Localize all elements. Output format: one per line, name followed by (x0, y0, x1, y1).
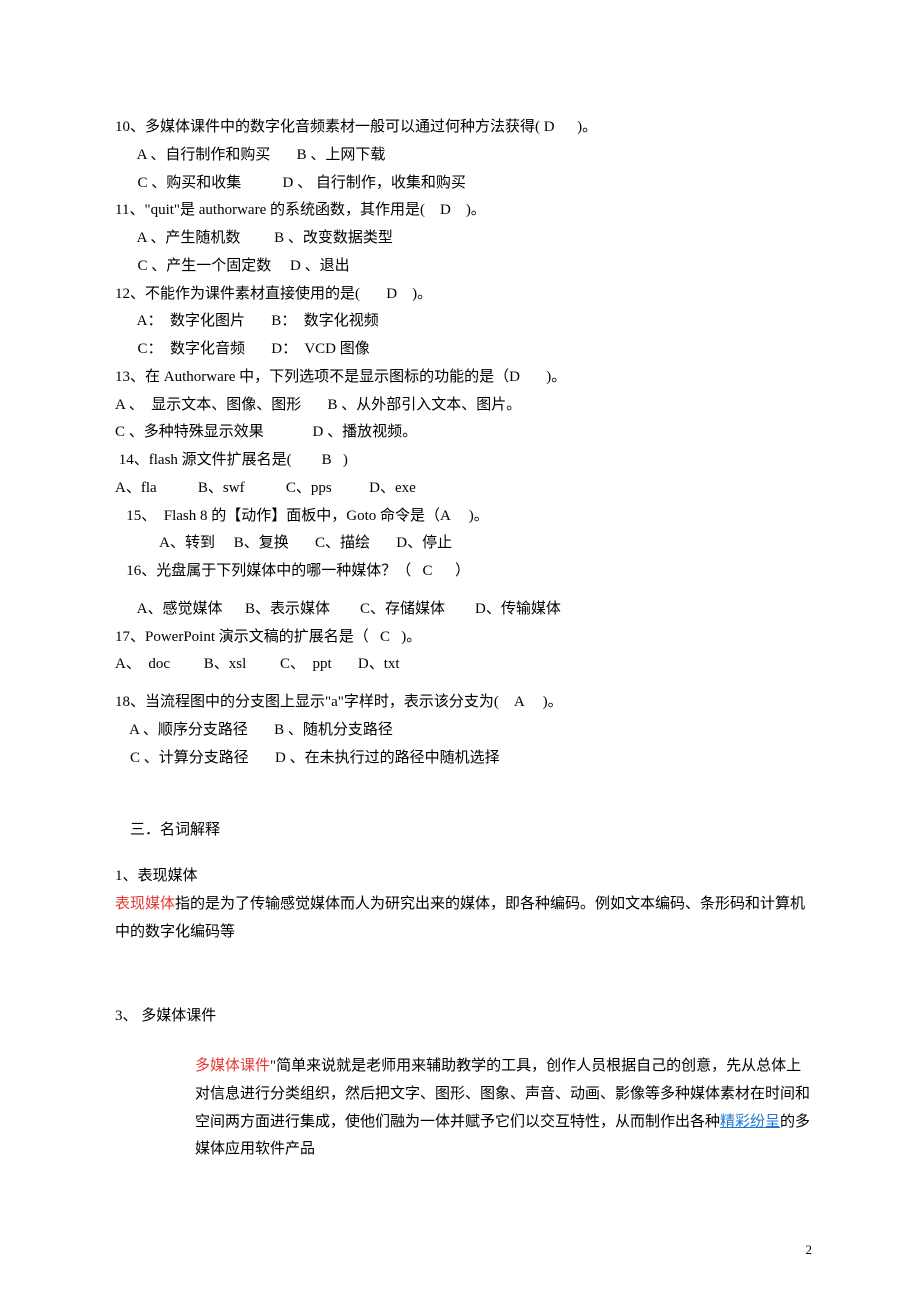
q15-options: A、转到 B、复换 C、描绘 D、停止 (115, 530, 815, 558)
q10-options-ab: A 、自行制作和购买 B 、上网下载 (115, 142, 815, 170)
def3-body: 多媒体课件"简单来说就是老师用来辅助教学的工具，创作人员根据自己的创意，先从总体… (115, 1053, 815, 1164)
q18-options-cd: C 、计算分支路径 D 、在未执行过的路径中随机选择 (115, 745, 815, 773)
q11-options-cd: C 、产生一个固定数 D 、退出 (115, 253, 815, 281)
q13-options-ab: A 、 显示文本、图像、图形 B 、从外部引入文本、图片。 (115, 392, 815, 420)
def3-title: 3、 多媒体课件 (115, 1003, 815, 1031)
def1-text: 指的是为了传输感觉媒体而人为研究出来的媒体，即各种编码。例如文本编码、条形码和计… (115, 896, 805, 940)
section-3-heading: 三．名词解释 (115, 817, 815, 845)
q10-options-cd: C 、购买和收集 D 、 自行制作，收集和购买 (115, 170, 815, 198)
q14-options: A、fla B、swf C、pps D、exe (115, 475, 815, 503)
q12-stem: 12、不能作为课件素材直接使用的是( D )。 (115, 281, 815, 309)
q14-stem: 14、flash 源文件扩展名是( B ) (115, 447, 815, 475)
q18-options-ab: A 、顺序分支路径 B 、随机分支路径 (115, 717, 815, 745)
q15-stem: 15、 Flash 8 的【动作】面板中，Goto 命令是（A )。 (115, 503, 815, 531)
q18-stem: 18、当流程图中的分支图上显示"a"字样时，表示该分支为( A )。 (115, 689, 815, 717)
def1-title: 1、表现媒体 (115, 863, 815, 891)
def3-term: 多媒体课件 (195, 1058, 270, 1074)
def3-text-part1: "简单来说就是老师用来辅助教学的工具，创作人员根据自己的创意，先从总体上对信息进… (195, 1058, 810, 1130)
page-number: 2 (806, 1238, 813, 1262)
q16-stem: 16、光盘属于下列媒体中的哪一种媒体？（ C ） (115, 558, 815, 586)
q12-options-ab: A： 数字化图片 B： 数字化视频 (115, 308, 815, 336)
q13-stem: 13、在 Authorware 中，下列选项不是显示图标的功能的是（D )。 (115, 364, 815, 392)
q11-stem: 11、"quit"是 authorware 的系统函数，其作用是( D )。 (115, 197, 815, 225)
q13-options-cd: C 、多种特殊显示效果 D 、播放视频。 (115, 419, 815, 447)
def3-link[interactable]: 精彩纷呈 (720, 1114, 780, 1130)
q17-options: A、 doc B、xsl C、 ppt D、txt (115, 651, 815, 679)
q16-options: A、感觉媒体 B、表示媒体 C、存储媒体 D、传输媒体 (115, 596, 815, 624)
document-body: 10、多媒体课件中的数字化音频素材一般可以通过何种方法获得( D )。 A 、自… (0, 0, 920, 1164)
q11-options-ab: A 、产生随机数 B 、改变数据类型 (115, 225, 815, 253)
def1-term: 表现媒体 (115, 896, 175, 912)
q12-options-cd: C： 数字化音频 D： VCD 图像 (115, 336, 815, 364)
q17-stem: 17、PowerPoint 演示文稿的扩展名是（ C )。 (115, 624, 815, 652)
def1-body: 表现媒体指的是为了传输感觉媒体而人为研究出来的媒体，即各种编码。例如文本编码、条… (115, 891, 815, 947)
q10-stem: 10、多媒体课件中的数字化音频素材一般可以通过何种方法获得( D )。 (115, 114, 815, 142)
